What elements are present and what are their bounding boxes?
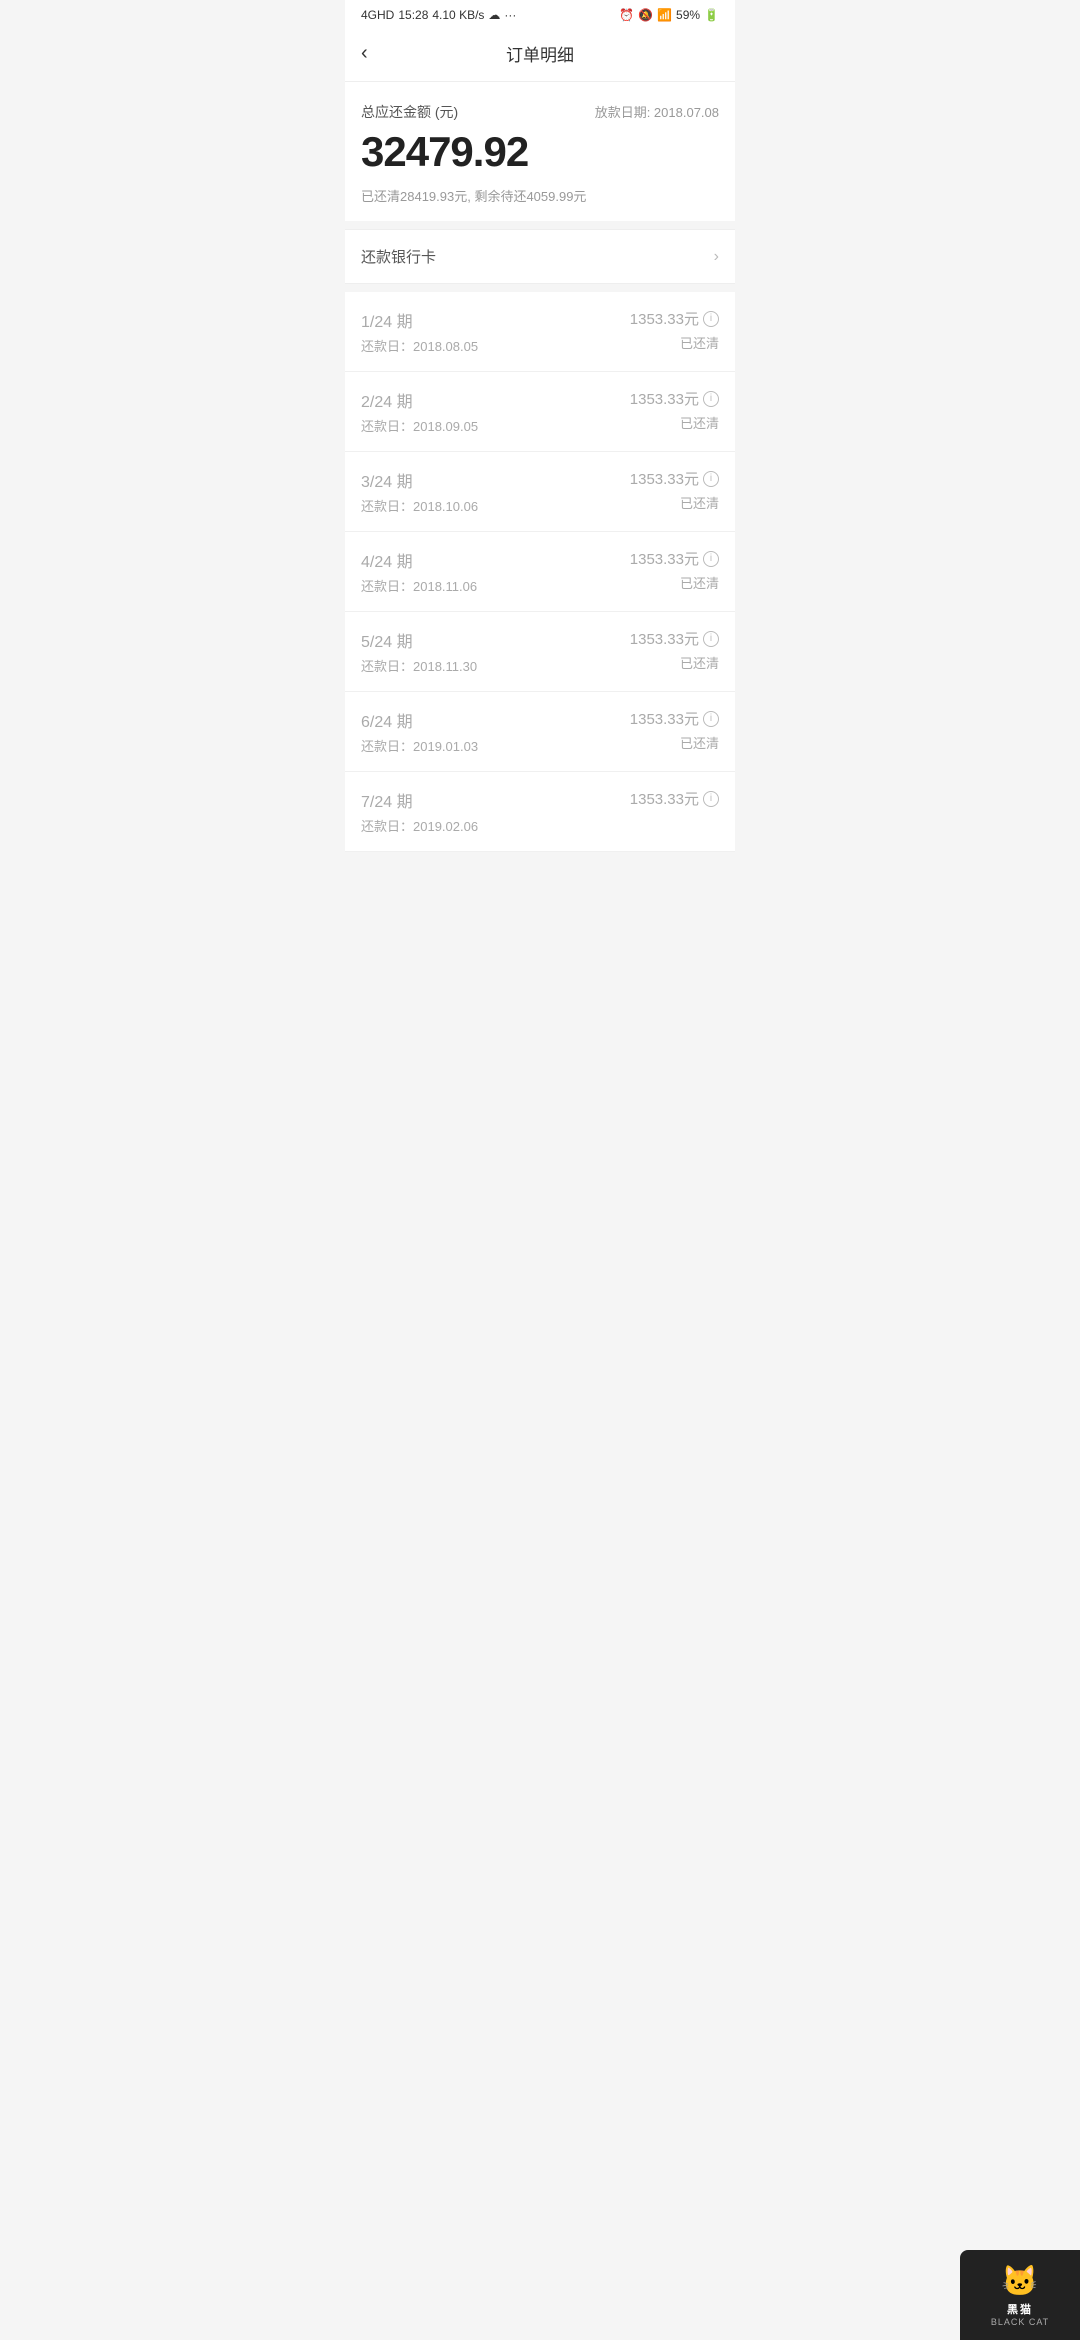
- installment-left-4: 5/24 期 还款日：2018.11.30: [361, 628, 630, 675]
- installment-left-5: 6/24 期 还款日：2019.01.03: [361, 708, 630, 755]
- battery-label: 59%: [676, 8, 700, 22]
- installment-left-3: 4/24 期 还款日：2018.11.06: [361, 548, 630, 595]
- installment-item: 5/24 期 还款日：2018.11.30 1353.33元 i 已还清: [345, 612, 735, 692]
- info-icon-1[interactable]: i: [703, 391, 719, 407]
- installment-status-0: 已还清: [630, 333, 719, 352]
- installment-right-6: 1353.33元 i: [630, 788, 719, 813]
- installment-right-4: 1353.33元 i 已还清: [630, 628, 719, 672]
- installment-item: 6/24 期 还款日：2019.01.03 1353.33元 i 已还清: [345, 692, 735, 772]
- info-icon-4[interactable]: i: [703, 631, 719, 647]
- cat-icon: 🐱: [1001, 2264, 1038, 2299]
- watermark-english-text: BLACK CAT: [991, 2317, 1049, 2327]
- summary-section: 总应还金额 (元) 放款日期: 2018.07.08 32479.92 已还清2…: [345, 82, 735, 221]
- installment-date-6: 还款日：2019.02.06: [361, 816, 630, 835]
- info-icon-5[interactable]: i: [703, 711, 719, 727]
- page-header: ‹ 订单明细: [345, 26, 735, 82]
- installment-amount-4: 1353.33元 i: [630, 628, 719, 649]
- installment-date-4: 还款日：2018.11.30: [361, 656, 630, 675]
- installment-status-5: 已还清: [630, 733, 719, 752]
- installment-item: 7/24 期 还款日：2019.02.06 1353.33元 i: [345, 772, 735, 852]
- loan-date-label: 放款日期: 2018.07.08: [595, 102, 719, 121]
- installment-date-1: 还款日：2018.09.05: [361, 416, 630, 435]
- installment-status-2: 已还清: [630, 493, 719, 512]
- installment-right-0: 1353.33元 i 已还清: [630, 308, 719, 352]
- chevron-right-icon: ›: [714, 248, 719, 266]
- installment-date-3: 还款日：2018.11.06: [361, 576, 630, 595]
- installment-period-3: 4/24 期: [361, 548, 630, 572]
- status-bar: 4GHD 15:28 4.10 KB/s ☁ ··· ⏰ 🔕 📶 59% 🔋: [345, 0, 735, 26]
- installment-amount-5: 1353.33元 i: [630, 708, 719, 729]
- wifi-icon: 📶: [657, 8, 672, 22]
- amount-value-5: 1353.33元: [630, 708, 699, 729]
- more-icon: ···: [504, 8, 516, 22]
- total-amount-value: 32479.92: [361, 128, 719, 176]
- installment-period-4: 5/24 期: [361, 628, 630, 652]
- data-speed-label: 4.10 KB/s: [432, 8, 484, 22]
- status-left: 4GHD 15:28 4.10 KB/s ☁ ···: [361, 8, 516, 22]
- installment-date-0: 还款日：2018.08.05: [361, 336, 630, 355]
- installment-status-3: 已还清: [630, 573, 719, 592]
- installment-left-2: 3/24 期 还款日：2018.10.06: [361, 468, 630, 515]
- installment-item: 4/24 期 还款日：2018.11.06 1353.33元 i 已还清: [345, 532, 735, 612]
- signal-label: 4GHD: [361, 8, 394, 22]
- installment-left-6: 7/24 期 还款日：2019.02.06: [361, 788, 630, 835]
- amount-value-6: 1353.33元: [630, 788, 699, 809]
- installment-right-2: 1353.33元 i 已还清: [630, 468, 719, 512]
- bank-card-row[interactable]: 还款银行卡 ›: [345, 229, 735, 284]
- watermark-chinese-text: 黑猫: [1007, 2301, 1033, 2317]
- installment-period-6: 7/24 期: [361, 788, 630, 812]
- total-amount-label: 总应还金额 (元): [361, 102, 458, 122]
- battery-icon: 🔋: [704, 8, 719, 22]
- installment-date-5: 还款日：2019.01.03: [361, 736, 630, 755]
- installment-status-1: 已还清: [630, 413, 719, 432]
- installment-amount-1: 1353.33元 i: [630, 388, 719, 409]
- installment-period-1: 2/24 期: [361, 388, 630, 412]
- installment-date-2: 还款日：2018.10.06: [361, 496, 630, 515]
- amount-value-1: 1353.33元: [630, 388, 699, 409]
- installment-period-2: 3/24 期: [361, 468, 630, 492]
- amount-value-0: 1353.33元: [630, 308, 699, 329]
- installment-right-1: 1353.33元 i 已还清: [630, 388, 719, 432]
- summary-detail-text: 已还清28419.93元, 剩余待还4059.99元: [361, 186, 719, 205]
- info-icon-0[interactable]: i: [703, 311, 719, 327]
- installment-amount-2: 1353.33元 i: [630, 468, 719, 489]
- cloud-icon: ☁: [488, 8, 500, 22]
- info-icon-6[interactable]: i: [703, 791, 719, 807]
- alarm-icon: ⏰: [619, 8, 634, 22]
- installment-amount-6: 1353.33元 i: [630, 788, 719, 809]
- time-label: 15:28: [398, 8, 428, 22]
- installment-period-5: 6/24 期: [361, 708, 630, 732]
- amount-value-2: 1353.33元: [630, 468, 699, 489]
- installment-left-1: 2/24 期 还款日：2018.09.05: [361, 388, 630, 435]
- page-title: 订单明细: [506, 41, 574, 66]
- installment-right-3: 1353.33元 i 已还清: [630, 548, 719, 592]
- installment-left-0: 1/24 期 还款日：2018.08.05: [361, 308, 630, 355]
- amount-value-3: 1353.33元: [630, 548, 699, 569]
- black-cat-watermark: 🐱 黑猫 BLACK CAT: [960, 2250, 1080, 2340]
- mute-icon: 🔕: [638, 8, 653, 22]
- installments-list: 1/24 期 还款日：2018.08.05 1353.33元 i 已还清 2/2…: [345, 292, 735, 852]
- bank-card-label: 还款银行卡: [361, 246, 436, 267]
- status-right: ⏰ 🔕 📶 59% 🔋: [619, 8, 719, 22]
- back-button[interactable]: ‹: [361, 38, 376, 69]
- installment-item: 1/24 期 还款日：2018.08.05 1353.33元 i 已还清: [345, 292, 735, 372]
- installment-status-4: 已还清: [630, 653, 719, 672]
- amount-value-4: 1353.33元: [630, 628, 699, 649]
- installment-amount-3: 1353.33元 i: [630, 548, 719, 569]
- info-icon-3[interactable]: i: [703, 551, 719, 567]
- installment-period-0: 1/24 期: [361, 308, 630, 332]
- installment-amount-0: 1353.33元 i: [630, 308, 719, 329]
- info-icon-2[interactable]: i: [703, 471, 719, 487]
- installment-item: 3/24 期 还款日：2018.10.06 1353.33元 i 已还清: [345, 452, 735, 532]
- installment-right-5: 1353.33元 i 已还清: [630, 708, 719, 752]
- summary-top-row: 总应还金额 (元) 放款日期: 2018.07.08: [361, 102, 719, 122]
- installment-item: 2/24 期 还款日：2018.09.05 1353.33元 i 已还清: [345, 372, 735, 452]
